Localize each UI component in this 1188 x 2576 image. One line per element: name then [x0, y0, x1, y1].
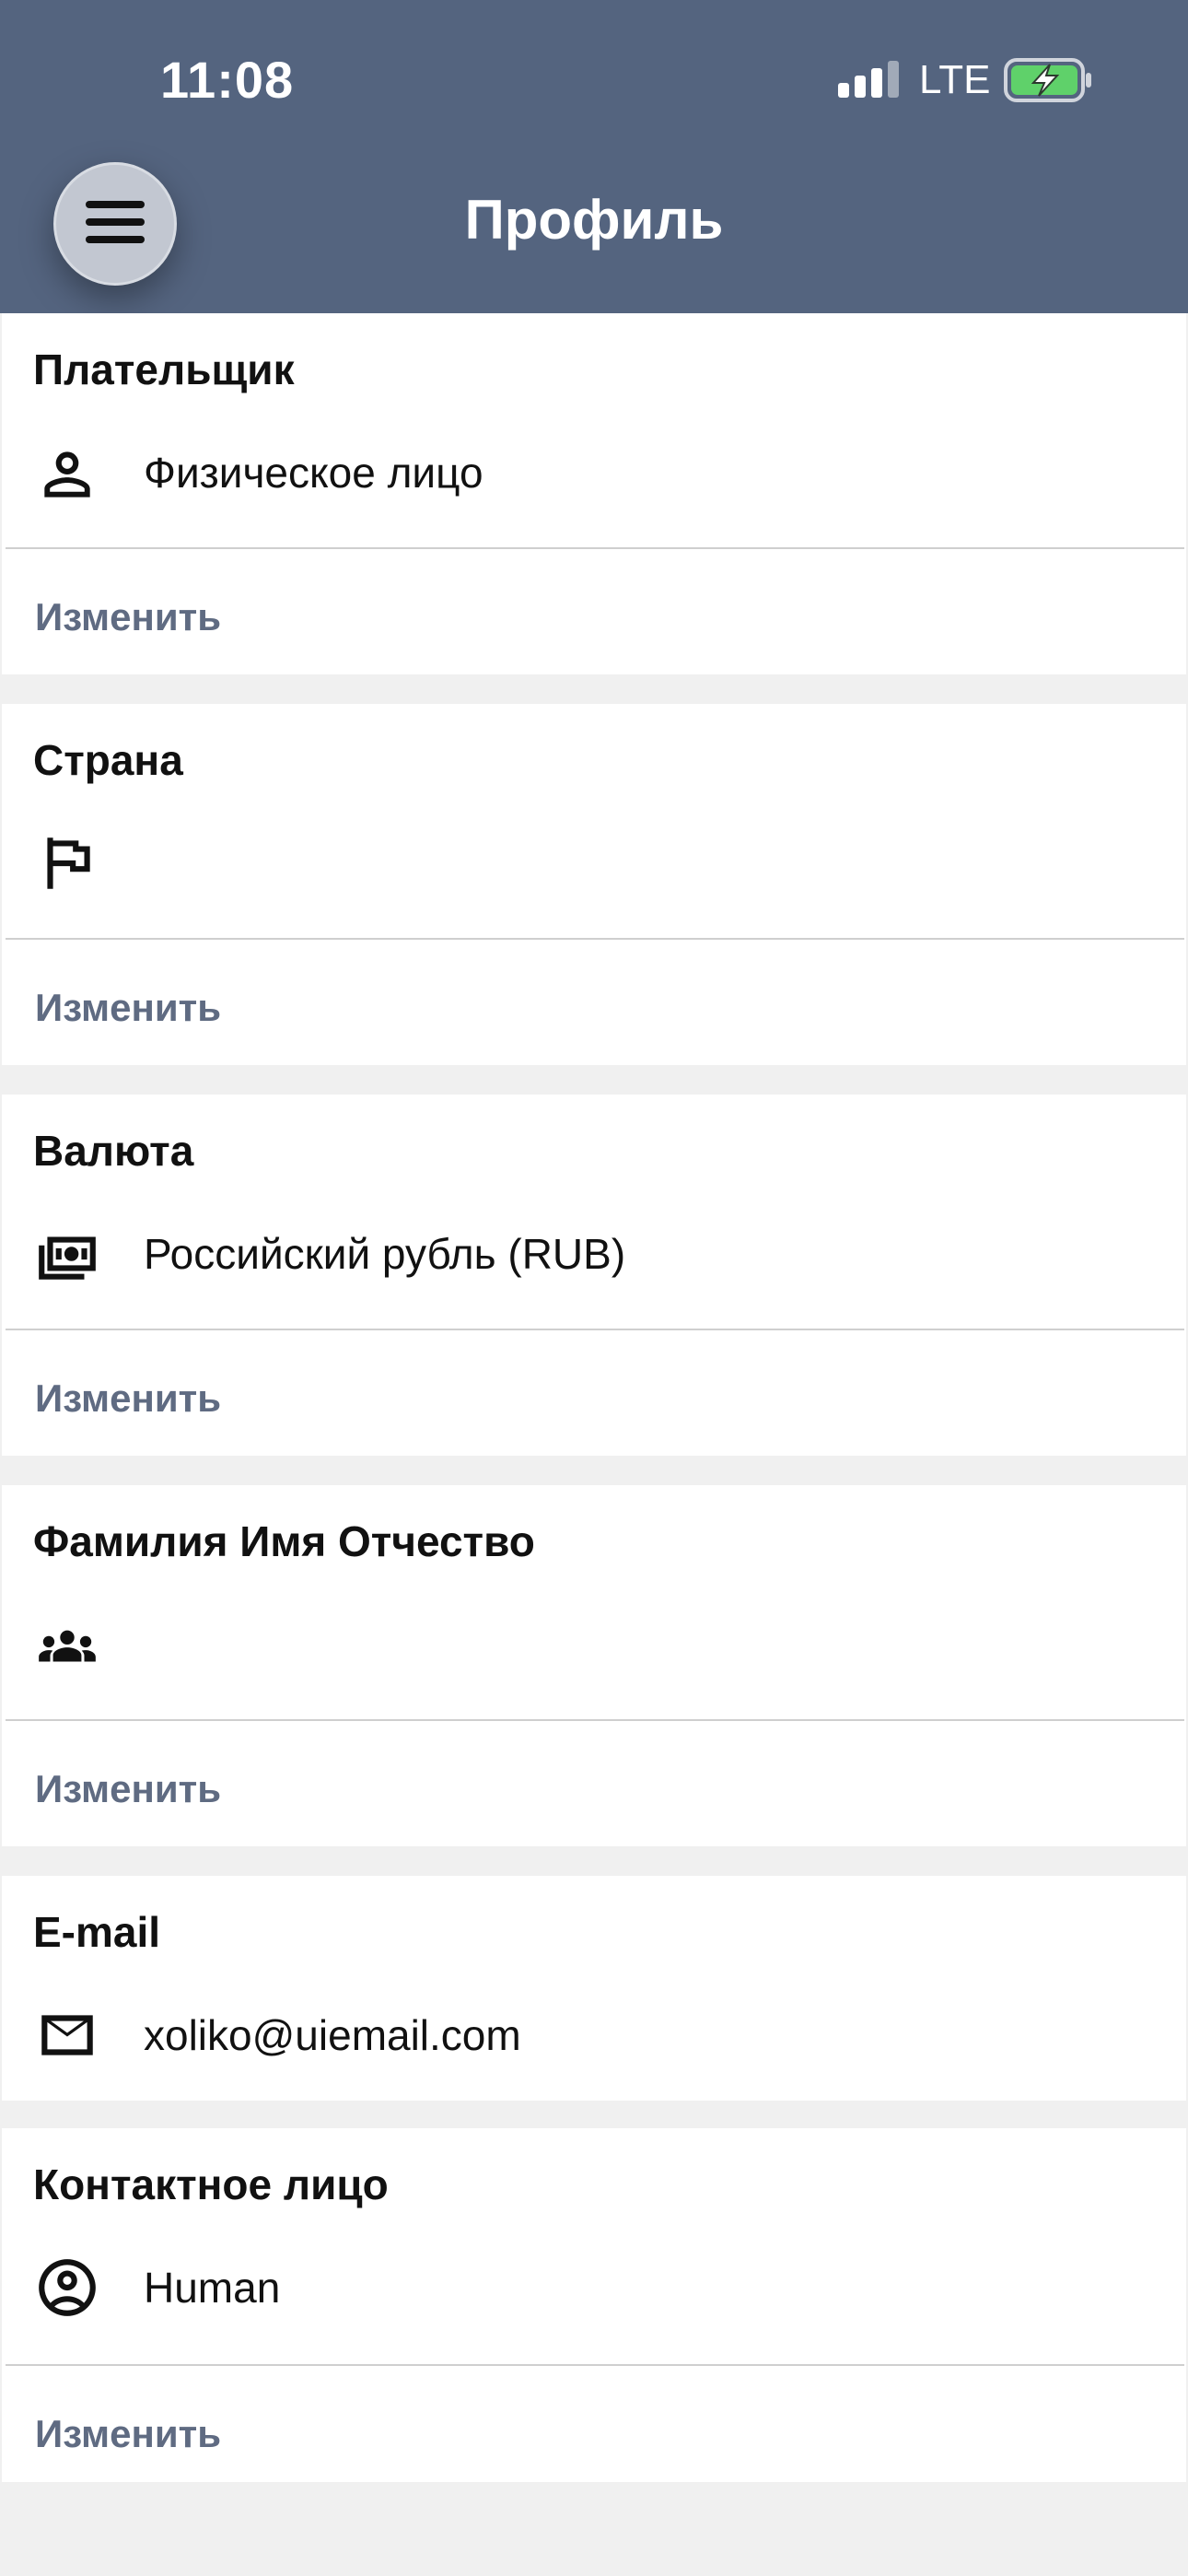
payer-card: Плательщик Физическое лицо Изменить [2, 313, 1186, 674]
page-title: Профиль [464, 189, 724, 251]
divider [6, 938, 1184, 940]
payer-change-link[interactable]: Изменить [35, 595, 221, 639]
fullname-card: Фамилия Имя Отчество Изменить [2, 1485, 1186, 1846]
account-circle-icon [33, 2254, 101, 2322]
divider [6, 2364, 1184, 2366]
currency-card: Валюта Российский рубль (RUB) Изменить [2, 1095, 1186, 1456]
divider [6, 547, 1184, 549]
contact-card: Контактное лицо Human Изменить [2, 2128, 1186, 2482]
app-header: 11:08 LTE Профиль [0, 0, 1188, 313]
money-icon [33, 1220, 101, 1288]
email-card: E-mail xoliko@uiemail.com [2, 1876, 1186, 2101]
envelope-icon [33, 2001, 101, 2069]
group-icon [33, 1610, 101, 1679]
payer-value: Физическое лицо [144, 449, 483, 497]
person-icon [33, 440, 101, 509]
contact-title: Контактное лицо [33, 2160, 389, 2208]
fullname-change-link[interactable]: Изменить [35, 1767, 221, 1811]
country-card: Страна Изменить [2, 704, 1186, 1065]
battery-charging-icon [1004, 57, 1092, 108]
network-type: LTE [919, 57, 991, 102]
country-change-link[interactable]: Изменить [35, 986, 221, 1030]
currency-change-link[interactable]: Изменить [35, 1376, 221, 1421]
currency-value: Российский рубль (RUB) [144, 1230, 626, 1278]
currency-title: Валюта [33, 1127, 194, 1175]
divider [6, 1329, 1184, 1330]
contact-change-link[interactable]: Изменить [35, 2412, 221, 2456]
contact-value: Human [144, 2264, 281, 2312]
fullname-title: Фамилия Имя Отчество [33, 1517, 535, 1565]
flag-icon [33, 829, 101, 897]
email-value: xoliko@uiemail.com [144, 2011, 521, 2059]
status-time: 11:08 [160, 51, 295, 109]
country-title: Страна [33, 736, 183, 784]
payer-title: Плательщик [33, 345, 295, 393]
divider [6, 1719, 1184, 1721]
signal-bars-icon [838, 61, 903, 106]
email-title: E-mail [33, 1908, 161, 1956]
